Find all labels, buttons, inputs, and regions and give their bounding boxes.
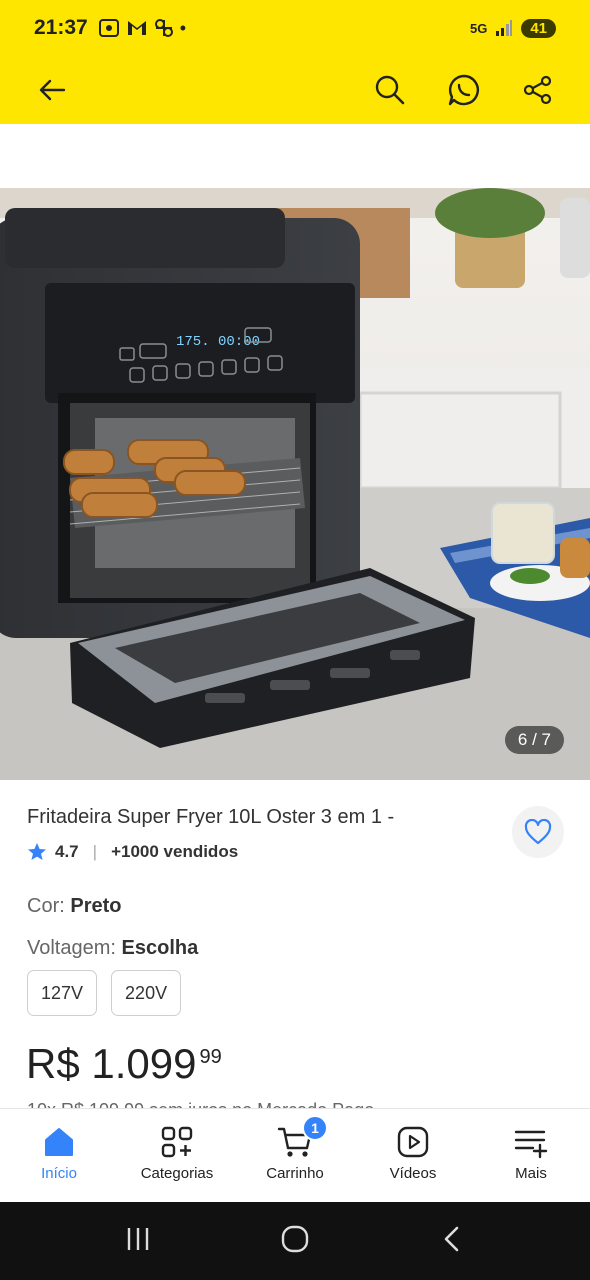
color-value: Preto — [70, 895, 122, 917]
product-title: Fritadeira Super Fryer 10L Oster 3 em 1 … — [27, 806, 395, 828]
nav-home-label: Início — [41, 1165, 77, 1182]
dot-icon: • — [179, 17, 187, 38]
status-bar: 21:37 • 5G 41 — [0, 0, 590, 56]
rating-score: 4.7 — [55, 842, 79, 861]
nav-more[interactable]: Mais — [472, 1109, 590, 1202]
share-icon — [523, 75, 552, 105]
voltage-attribute: Voltagem: Escolha — [27, 937, 198, 960]
rating-separator: | — [92, 842, 98, 861]
status-time: 21:37 — [34, 16, 88, 39]
nav-cart-label: Carrinho — [266, 1165, 324, 1182]
product-photo: 175. 00:00 — [0, 188, 590, 780]
search-button[interactable] — [364, 64, 416, 116]
price-cents: 99 — [199, 1046, 222, 1068]
network-type: 5G — [469, 20, 488, 36]
star-icon — [28, 843, 46, 860]
nav-home[interactable]: Início — [0, 1109, 118, 1202]
share-button[interactable] — [512, 64, 564, 116]
voltage-options: 127V 220V — [27, 970, 182, 1016]
notification-icons: • — [98, 18, 186, 39]
price-main: R$ 1.099 — [26, 1040, 197, 1087]
nav-videos-label: Vídeos — [389, 1165, 437, 1182]
nav-more-label: Mais — [515, 1165, 547, 1182]
recent-apps-button[interactable] — [124, 1225, 152, 1258]
back-button[interactable] — [26, 64, 78, 116]
voltage-label: Voltagem: — [27, 937, 116, 959]
nav-categories[interactable]: Categorias — [118, 1109, 236, 1202]
chevron-left-icon — [444, 1226, 459, 1251]
rating-row[interactable]: 4.7 | +1000 vendidos — [27, 842, 238, 862]
system-navigation-bar — [0, 1202, 590, 1280]
battery-indicator: 41 — [521, 18, 556, 38]
installments-text: 10x R$ 109,99 sem juros no Mercado Pago — [27, 1100, 427, 1108]
arrow-left-icon — [39, 79, 66, 101]
circle-home-icon — [281, 1225, 309, 1252]
heart-icon — [524, 819, 552, 845]
more-icon — [514, 1130, 548, 1159]
sold-count: +1000 vendidos — [111, 842, 239, 861]
app-bar — [0, 56, 590, 124]
voltage-option-127v[interactable]: 127V — [27, 970, 98, 1016]
nav-categories-label: Categorias — [140, 1165, 214, 1182]
favorite-button[interactable] — [512, 806, 564, 858]
gmail-icon — [127, 21, 146, 35]
search-icon — [375, 75, 405, 105]
video-icon — [397, 1126, 429, 1158]
nav-videos[interactable]: Vídeos — [354, 1109, 472, 1202]
signal-icon — [496, 20, 513, 36]
bottom-navigation: Início Categorias 1 Carrinho Vídeos Mais — [0, 1108, 590, 1202]
app-icon — [154, 19, 173, 37]
recent-apps-icon — [127, 1227, 149, 1250]
color-attribute: Cor: Preto — [27, 895, 121, 918]
voltage-option-220v[interactable]: 220V — [111, 970, 182, 1016]
price: R$ 1.099 99 — [26, 1040, 222, 1088]
nav-cart[interactable]: 1 Carrinho — [236, 1109, 354, 1202]
whatsapp-share-button[interactable] — [438, 64, 490, 116]
product-image-gallery[interactable]: 175. 00:00 6 / 7 — [0, 188, 590, 780]
color-label: Cor: — [27, 895, 65, 917]
categories-icon — [161, 1126, 193, 1158]
back-system-button[interactable] — [438, 1225, 466, 1258]
image-counter: 6 / 7 — [504, 726, 564, 754]
cart-badge: 1 — [302, 1115, 328, 1141]
whatsapp-icon — [448, 74, 479, 106]
home-system-button[interactable] — [280, 1224, 310, 1259]
screenshot-icon — [98, 19, 119, 37]
voltage-value: Escolha — [121, 937, 199, 959]
home-icon — [45, 1128, 73, 1156]
